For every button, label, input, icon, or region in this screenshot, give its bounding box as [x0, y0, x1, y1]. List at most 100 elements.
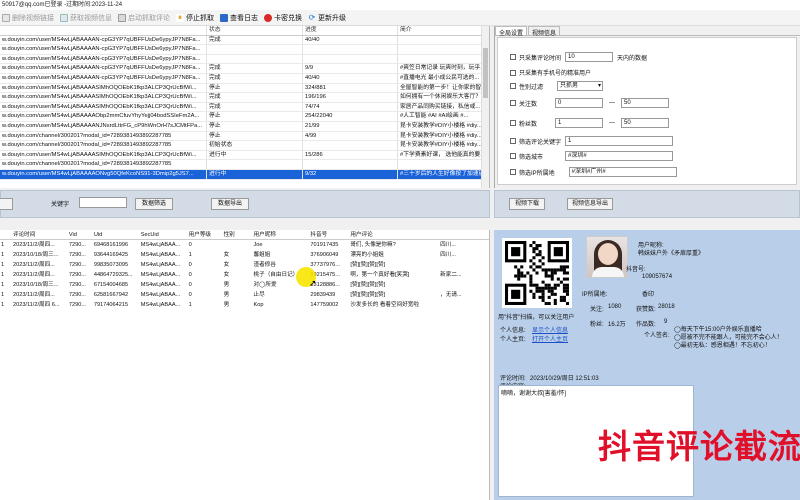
show-info-link[interactable]: 显示个人信息: [532, 325, 568, 334]
qr-code-icon: [505, 241, 569, 305]
url-table-row[interactable]: w.douyin.com/user/MS4wLjABAAAANJNsrdLttr…: [0, 121, 489, 132]
view-log-button[interactable]: 查看日志: [220, 13, 258, 23]
url-table-row[interactable]: w.douyin.com/user/MS4wLjABAAAASIMhOQOEbK…: [0, 93, 489, 103]
phone-checkbox[interactable]: [510, 69, 516, 76]
comment-row[interactable]: 1 2023/11/2/周四... 7290... 69468161996 MS4wLj…: [0, 240, 489, 250]
left-action-button[interactable]: [0, 198, 13, 210]
url-table-row[interactable]: w.douyin.com/user/MS4wLjABAAAASIMhOQOEbK…: [0, 102, 489, 113]
recent-days-input[interactable]: 10: [565, 52, 614, 62]
keyword-label: 筛选评论关键字: [519, 139, 562, 146]
url-cell-url: w.douyin.com/channel/300201?modal_id=728…: [0, 160, 207, 169]
open-home-link[interactable]: 打开个人主页: [532, 334, 568, 343]
tab-video-info[interactable]: 视频信息: [528, 26, 561, 37]
fans-min-input[interactable]: 0: [555, 98, 604, 108]
url-cell-intro: 如何拥有一个休闲娱乐大客厅？...: [400, 93, 482, 102]
url-table-row[interactable]: w.douyin.com/user/MS4wLjABAAAAObp2mmCfuv…: [0, 112, 489, 122]
city-label: 筛选城市: [519, 154, 544, 161]
city-input[interactable]: #深圳#: [565, 151, 674, 161]
url-table-row[interactable]: w.douyin.com/channel/300201?modal_id=728…: [0, 131, 489, 142]
url-table-row[interactable]: w.douyin.com/user/MS4wLjABAAAASIMhOQOEbK…: [0, 83, 489, 94]
url-cell-progress: 40/40: [303, 35, 398, 45]
url-cell-status: 进行中: [207, 150, 303, 160]
comment-header-cell[interactable]: Uid: [93, 230, 140, 239]
city-checkbox[interactable]: [510, 153, 516, 159]
get-video-info-button[interactable]: 获取视频信息: [60, 13, 112, 23]
url-cell-progress: 196/196: [303, 93, 398, 102]
comment-header-cell[interactable]: 用户等级: [188, 230, 223, 239]
comment-header-cell[interactable]: 抖音号: [309, 230, 349, 239]
comment-cell: [赞][赞][赞][赞]: [350, 292, 386, 298]
update-button[interactable]: ⟳ 更新升级: [308, 13, 346, 23]
comment-row[interactable]: 1 2023/10/18/周三... 7290... 67154004685 MS4wL…: [0, 280, 489, 290]
url-table-body: w.douyin.com/user/MS4wLjABAAAAN-cpG3YP7q…: [0, 35, 489, 180]
comment-row[interactable]: 1 2023/11/2/周四... 7290... 99835073095 MS4wLj…: [0, 260, 489, 270]
data-export-button[interactable]: 数据导出: [211, 198, 249, 210]
url-cell-status: 停止: [207, 112, 303, 121]
url-cell-url: w.douyin.com/channel/300201?modal_id=728…: [0, 141, 207, 150]
delete-video-link-button[interactable]: 删除视频链接: [2, 13, 54, 23]
col-status[interactable]: 状态: [207, 26, 303, 35]
video-download-button[interactable]: 视频下载: [509, 198, 545, 210]
get-info-label: 获取视频信息: [70, 14, 112, 22]
tab-global-settings[interactable]: 全局设置: [495, 26, 528, 37]
url-table-row[interactable]: w.douyin.com/channel/300201?modal_id=728…: [0, 160, 489, 170]
url-cell-url: w.douyin.com/channel/300201?modal_id=728…: [0, 131, 207, 141]
follow-max-input[interactable]: 50: [621, 118, 670, 128]
url-table-row[interactable]: w.douyin.com/channel/300201?modal_id=728…: [0, 141, 489, 151]
redeem-card-button[interactable]: 卡密兑换: [264, 13, 302, 23]
fans-max-input[interactable]: 50: [621, 98, 670, 108]
comment-header-cell[interactable]: [0, 230, 12, 239]
comment-cell: [赞][赞][赞][赞]: [350, 282, 386, 288]
keyword-filter-row: 筛选评论关键字 1: [510, 136, 674, 146]
ip-input[interactable]: #深圳#广州#: [568, 167, 677, 177]
col-intro[interactable]: 简介: [398, 26, 482, 35]
comment-cell: 2023/11/2/周四...: [12, 262, 55, 268]
comment-row[interactable]: 1 2023/11/2/周四... 7290... 62581667942 MS4wLj…: [0, 290, 489, 300]
ip-checkbox[interactable]: [510, 169, 516, 175]
stop-crawl-button[interactable]: ⏸ 停止抓取: [176, 13, 214, 23]
url-table-row[interactable]: w.douyin.com/user/MS4wLjABAAAAN-cpG3YP7q…: [0, 45, 489, 55]
comment-row[interactable]: 1 2023/11/2/周四 6... 7290... 79174064215 MS4w…: [0, 300, 489, 310]
fans-value: 16.2万: [608, 322, 626, 328]
comment-row[interactable]: 1 2023/11/2/周四... 7290... 44864729325... MS4…: [0, 270, 489, 280]
comment-cell: [赞][赞][赞][赞]: [350, 262, 386, 268]
window-title: 50917@qq.com已登录 -过期时间:2023-11-24: [0, 0, 800, 10]
url-table-row[interactable]: w.douyin.com/user/MS4wLjABAAAASIMhOQOEbK…: [0, 150, 489, 161]
recent-checkbox[interactable]: [510, 54, 516, 60]
data-filter-button[interactable]: 数据筛选: [135, 198, 173, 210]
follow-checkbox[interactable]: [510, 120, 516, 126]
url-table-row[interactable]: w.douyin.com/user/MS4wLjABAAAAN-cpG3YP7q…: [0, 64, 489, 74]
url-table-row[interactable]: w.douyin.com/user/MS4wLjABAAAAONvg50QfeK…: [0, 169, 489, 180]
start-crawl-button[interactable]: 启动抓取评论: [118, 13, 170, 23]
gender-select[interactable]: 只抓男: [557, 81, 604, 91]
phone-label: 只采集有手机号的精准用户: [519, 71, 592, 77]
comment-header-cell[interactable]: 性别: [223, 230, 253, 239]
comment-cell: 1: [1, 242, 5, 248]
comment-header-cell[interactable]: [439, 230, 489, 239]
gender-checkbox[interactable]: [510, 83, 516, 89]
follow-min-input[interactable]: 1: [555, 118, 604, 128]
url-table-scrollbar[interactable]: [481, 26, 489, 188]
comment-cell: 67154004685: [93, 282, 129, 288]
url-table-row[interactable]: w.douyin.com/user/MS4wLjABAAAAN-cpG3YP7q…: [0, 54, 489, 65]
col-url[interactable]: [0, 26, 207, 35]
comment-cell: 馨姐姐: [253, 252, 271, 258]
url-table-row[interactable]: w.douyin.com/user/MS4wLjABAAAAN-cpG3YP7q…: [0, 35, 489, 46]
comment-header-cell[interactable]: Vid: [68, 230, 93, 239]
url-cell-progress: 15/286: [303, 150, 398, 160]
comment-header-cell[interactable]: 用户评论: [349, 230, 439, 239]
keyword-filter-input[interactable]: [79, 197, 127, 208]
fans-checkbox[interactable]: [510, 100, 516, 106]
video-info-export-button[interactable]: 视频信息导出: [567, 198, 613, 210]
comment-header-cell[interactable]: 用户昵称: [253, 230, 310, 239]
col-progress[interactable]: 进度: [303, 26, 398, 35]
comment-header-cell[interactable]: 评论时间: [12, 230, 68, 239]
comment-cell: 69468161996: [93, 242, 129, 248]
comment-row[interactable]: 1 2023/10/18/周三... 7290... 93644169425 MS4wL…: [0, 250, 489, 260]
comment-header-cell[interactable]: SecUid: [140, 230, 188, 239]
url-table-row[interactable]: w.douyin.com/user/MS4wLjABAAAAN-cpG3YP7q…: [0, 73, 489, 84]
settings-tabs: 全局设置 视频信息: [495, 26, 800, 37]
stop-label: 停止抓取: [186, 14, 214, 22]
keyword-input[interactable]: 1: [565, 136, 674, 146]
keyword-checkbox[interactable]: [510, 138, 516, 144]
